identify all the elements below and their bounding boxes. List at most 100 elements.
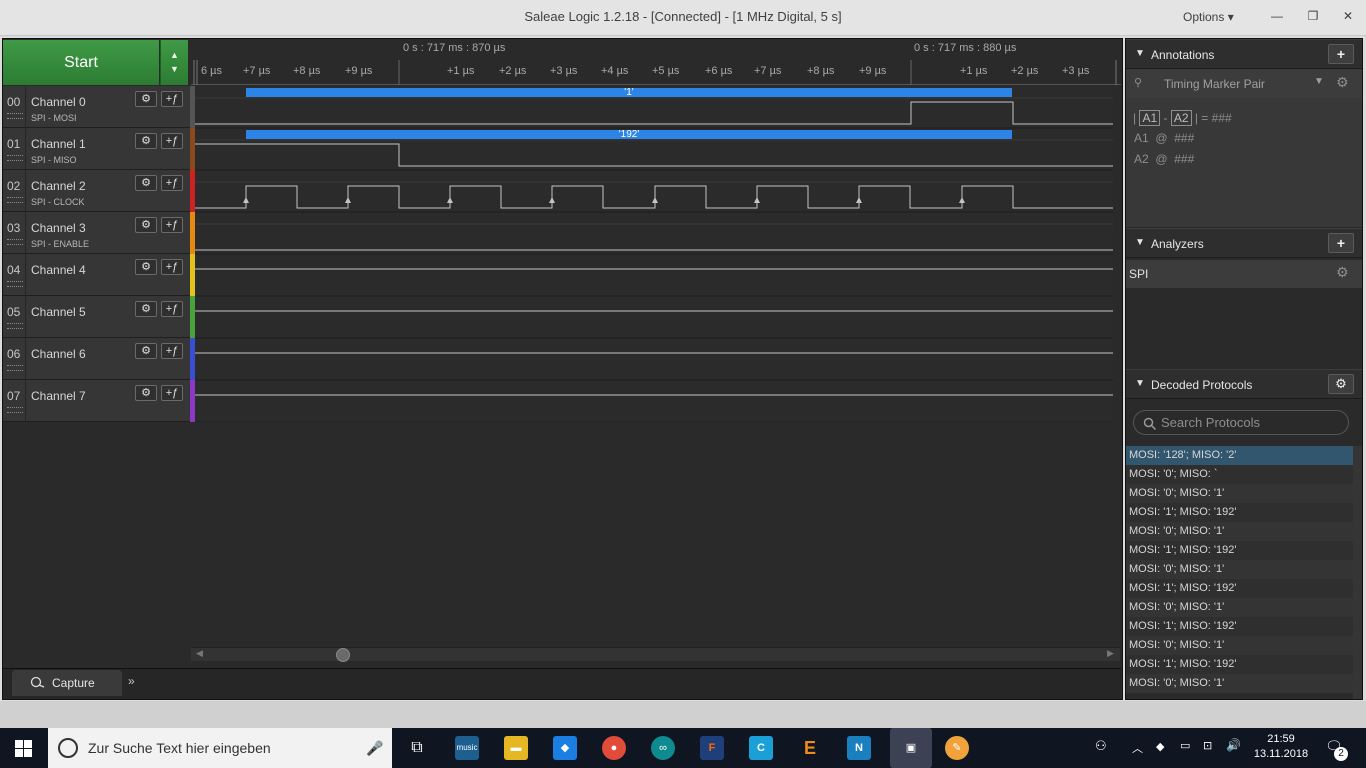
protocol-list-item[interactable]: MOSI: '1'; MISO: '192' <box>1126 617 1362 636</box>
tray-dropbox-icon[interactable]: ◆ <box>1156 740 1164 753</box>
add-trigger-icon[interactable]: +ƒ <box>161 91 183 107</box>
scroll-left-icon[interactable]: ◀ <box>196 648 203 659</box>
channel-row-6[interactable]: 06 Channel 6 ⚙ +ƒ <box>3 338 195 380</box>
channel-name[interactable]: Channel 6 <box>31 347 86 361</box>
channel-row-1[interactable]: 01 Channel 1 SPI - MISO ⚙ +ƒ <box>3 128 195 170</box>
netfabb-icon[interactable]: N <box>847 736 871 760</box>
minimize-button[interactable]: — <box>1262 4 1292 28</box>
analyzer-item-spi[interactable]: SPI ⚙ <box>1126 260 1362 288</box>
horizontal-scrollbar[interactable]: ◀ ▶ <box>191 647 1120 662</box>
analyzers-header[interactable]: ▼ Analyzers + <box>1126 228 1362 258</box>
add-trigger-icon[interactable]: +ƒ <box>161 343 183 359</box>
protocol-list-item[interactable]: MOSI: '0'; MISO: ` <box>1126 465 1362 484</box>
collapse-triangle-icon[interactable]: ▼ <box>1135 237 1145 248</box>
drag-handle-icon[interactable] <box>7 113 23 119</box>
protocol-list-item[interactable]: MOSI: '0'; MISO: '1' <box>1126 484 1362 503</box>
maximize-button[interactable]: ❐ <box>1298 4 1328 28</box>
channel-name[interactable]: Channel 3 <box>31 221 86 235</box>
gear-icon[interactable]: ⚙ <box>135 259 157 275</box>
channel-name[interactable]: Channel 4 <box>31 263 86 277</box>
tray-chevron-icon[interactable]: ︿ <box>1132 740 1143 756</box>
start-options[interactable]: ▲ ▼ <box>160 40 188 85</box>
chrome-icon[interactable]: ● <box>602 736 626 760</box>
taskbar-clock[interactable]: 21:59 13.11.2018 <box>1251 732 1311 762</box>
time-ruler[interactable]: 0 s : 717 ms : 870 µs 0 s : 717 ms : 880… <box>191 40 1121 85</box>
down-arrow-icon[interactable]: ▼ <box>170 64 179 74</box>
protocol-list-item[interactable]: MOSI: '0'; MISO: '1' <box>1126 522 1362 541</box>
drag-handle-icon[interactable] <box>7 281 23 287</box>
scroll-thumb[interactable] <box>336 648 350 662</box>
fritzing-icon[interactable]: F <box>700 736 724 760</box>
collapse-triangle-icon[interactable]: ▼ <box>1135 48 1145 59</box>
drag-handle-icon[interactable] <box>7 197 23 203</box>
drag-handle-icon[interactable] <box>7 323 23 329</box>
formula-a1[interactable]: A1 <box>1139 110 1161 126</box>
annotations-header[interactable]: ▼ Annotations + <box>1126 39 1362 69</box>
gear-icon[interactable]: ⚙ <box>135 133 157 149</box>
scroll-right-icon[interactable]: ▶ <box>1107 648 1114 659</box>
windows-start-icon[interactable] <box>15 740 33 758</box>
taskbar-search-input[interactable]: Zur Suche Text hier eingeben 🎤 <box>48 728 392 768</box>
start-button[interactable]: Start <box>3 40 159 85</box>
channel-name[interactable]: Channel 5 <box>31 305 86 319</box>
add-trigger-icon[interactable]: +ƒ <box>161 259 183 275</box>
miso-decode-bubble[interactable]: '192' <box>619 129 640 140</box>
gear-icon[interactable]: ⚙ <box>135 301 157 317</box>
gear-icon[interactable]: ⚙ <box>135 343 157 359</box>
channel-row-0[interactable]: 00 Channel 0 SPI - MOSI ⚙ +ƒ <box>3 86 195 128</box>
gear-icon[interactable]: ⚙ <box>1336 74 1349 91</box>
up-arrow-icon[interactable]: ▲ <box>170 50 179 60</box>
gear-icon[interactable]: ⚙ <box>135 91 157 107</box>
protocol-list-item[interactable]: MOSI: '0'; MISO: '1' <box>1126 598 1362 617</box>
protocol-list-scrollbar[interactable] <box>1353 446 1362 699</box>
decoded-protocols-header[interactable]: ▼ Decoded Protocols ⚙ <box>1126 369 1362 399</box>
gear-icon[interactable]: ⚙ <box>135 385 157 401</box>
mosi-decode-bubble[interactable]: '1' <box>624 87 633 98</box>
arduino-icon[interactable]: ∞ <box>651 736 675 760</box>
amazon-music-icon[interactable]: music <box>455 736 479 760</box>
capture-tab[interactable]: Capture <box>12 670 122 696</box>
add-trigger-icon[interactable]: +ƒ <box>161 217 183 233</box>
drag-handle-icon[interactable] <box>7 407 23 413</box>
options-menu[interactable]: Options ▾ <box>1183 10 1234 24</box>
channel-name[interactable]: Channel 2 <box>31 179 86 193</box>
gear-icon[interactable]: ⚙ <box>135 175 157 191</box>
drag-handle-icon[interactable] <box>7 365 23 371</box>
protocol-list-item[interactable]: MOSI: '0'; MISO: '1' <box>1126 636 1362 655</box>
collapse-triangle-icon[interactable]: ▼ <box>1135 378 1145 389</box>
timing-marker-row[interactable]: ⚲ Timing Marker Pair ▼ ⚙ <box>1126 70 1362 98</box>
channel-row-3[interactable]: 03 Channel 3 SPI - ENABLE ⚙ +ƒ <box>3 212 195 254</box>
add-trigger-icon[interactable]: +ƒ <box>161 133 183 149</box>
channel-row-5[interactable]: 05 Channel 5 ⚙ +ƒ <box>3 296 195 338</box>
battery-icon[interactable]: ▭ <box>1180 739 1190 752</box>
network-icon[interactable]: ⊡ <box>1203 739 1212 752</box>
formula-a2[interactable]: A2 <box>1170 110 1192 126</box>
add-trigger-icon[interactable]: +ƒ <box>161 385 183 401</box>
channel-name[interactable]: Channel 1 <box>31 137 86 151</box>
saleae-logic-taskbar-icon[interactable]: ▣ <box>890 728 932 768</box>
channel-name[interactable]: Channel 7 <box>31 389 86 403</box>
protocol-list-item[interactable]: MOSI: '1'; MISO: '192' <box>1126 655 1362 674</box>
gear-icon[interactable]: ⚙ <box>1336 264 1349 281</box>
add-trigger-icon[interactable]: +ƒ <box>161 175 183 191</box>
cura-icon[interactable]: C <box>749 736 773 760</box>
protocol-list-item[interactable]: MOSI: '0'; MISO: '1' <box>1126 674 1362 693</box>
task-view-icon[interactable]: ⧉ <box>405 736 429 760</box>
decoded-settings-button[interactable]: ⚙ <box>1328 374 1354 394</box>
protocol-list-item[interactable]: MOSI: '128'; MISO: '2' <box>1126 446 1362 465</box>
waveform-area[interactable]: '1' '192' <box>195 86 1113 422</box>
paint-icon[interactable]: ✎ <box>945 736 969 760</box>
channel-row-4[interactable]: 04 Channel 4 ⚙ +ƒ <box>3 254 195 296</box>
add-annotation-button[interactable]: + <box>1328 44 1354 64</box>
volume-icon[interactable]: 🔊 <box>1226 738 1241 752</box>
add-trigger-icon[interactable]: +ƒ <box>161 301 183 317</box>
protocol-list-item[interactable]: MOSI: '0'; MISO: '1' <box>1126 560 1362 579</box>
close-button[interactable]: ✕ <box>1333 4 1363 28</box>
drag-handle-icon[interactable] <box>7 239 23 245</box>
gear-icon[interactable]: ⚙ <box>135 217 157 233</box>
search-protocols-input[interactable]: Search Protocols <box>1133 410 1349 435</box>
capture-more-button[interactable]: » <box>128 674 150 692</box>
protocol-list-item[interactable]: MOSI: '1'; MISO: '192' <box>1126 541 1362 560</box>
dropdown-arrow-icon[interactable]: ▼ <box>1314 76 1324 87</box>
channel-row-2[interactable]: 02 Channel 2 SPI - CLOCK ⚙ +ƒ <box>3 170 195 212</box>
